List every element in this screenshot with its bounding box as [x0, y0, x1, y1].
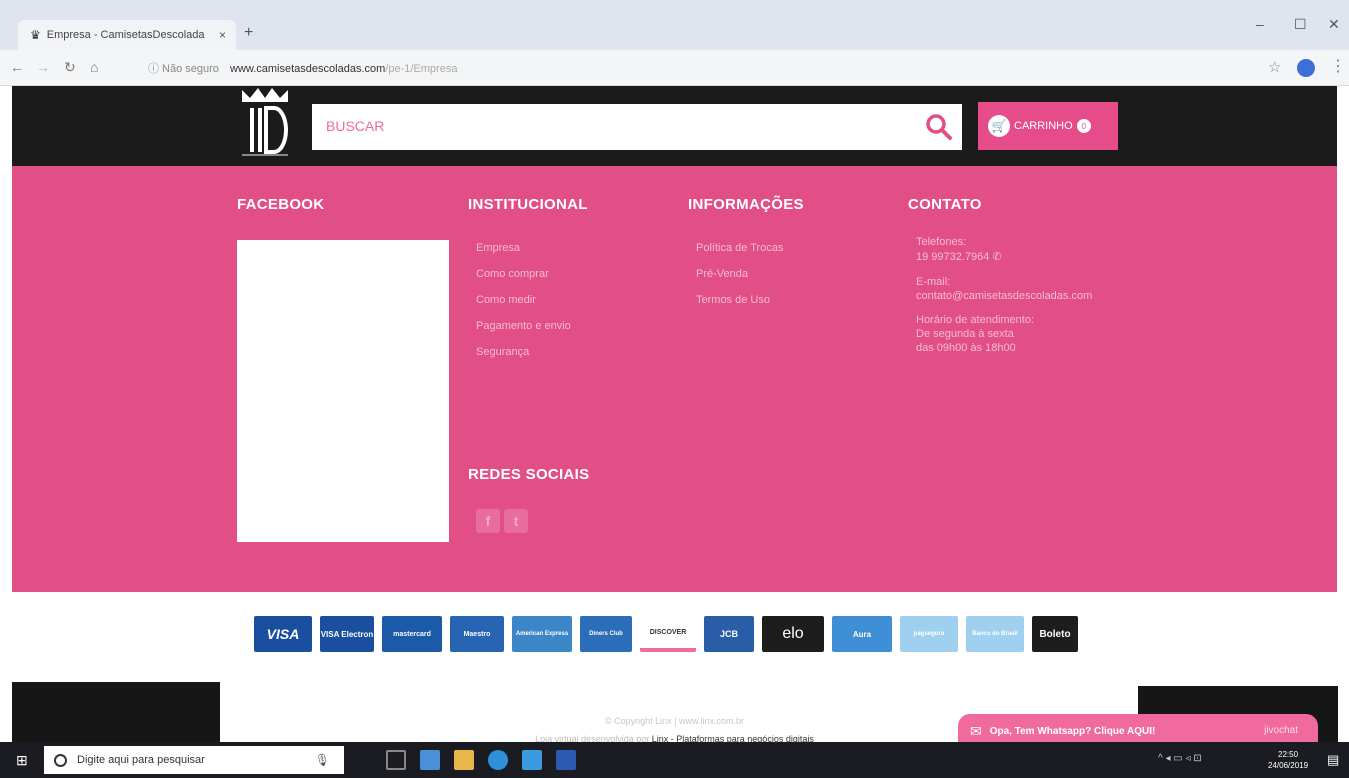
not-secure-label[interactable]: ⓘ Não seguro — [148, 63, 219, 75]
taskbar-clock[interactable]: 22:50 24/06/2019 — [1268, 749, 1308, 771]
facebook-heading: FACEBOOK — [237, 196, 325, 213]
new-tab-button[interactable]: + — [244, 24, 253, 42]
taskbar-search-placeholder: Digite aqui para pesquisar — [77, 754, 205, 766]
footer-link-empresa[interactable]: Empresa — [476, 242, 520, 254]
email-link[interactable]: contato@camisetasdescoladas.com — [916, 290, 1092, 302]
discover-logo: DISCOVER — [640, 616, 696, 652]
profile-avatar[interactable] — [1297, 59, 1315, 77]
maestro-logo: Maestro — [450, 616, 504, 652]
footer-link-como-comprar[interactable]: Como comprar — [476, 268, 549, 280]
address-bar: ← → ↻ ⌂ ⓘ Não seguro www.camisetasdescol… — [0, 50, 1349, 86]
url-path: /pe-1/Empresa — [385, 63, 458, 75]
whatsapp-icon: ✆ — [992, 251, 1002, 263]
twitter-icon[interactable]: t — [504, 509, 528, 533]
facebook-icon[interactable]: f — [476, 509, 500, 533]
forward-icon[interactable]: → — [36, 59, 50, 75]
cart-icon: 🛒 — [988, 115, 1010, 137]
clock-time: 22:50 — [1278, 750, 1299, 759]
taskbar-search[interactable]: Digite aqui para pesquisar 🎙 — [44, 746, 344, 774]
browser-tab[interactable]: ♛ Empresa - CamisetasDescolada × — [18, 20, 236, 50]
microphone-icon[interactable]: 🎙 — [315, 753, 330, 767]
institucional-heading: INSTITUCIONAL — [468, 196, 588, 213]
search-input[interactable] — [326, 118, 886, 134]
cart-label: CARRINHO — [1014, 120, 1073, 132]
pagseguro-logo: pagseguro — [900, 616, 958, 652]
store-logo[interactable] — [238, 86, 292, 158]
redes-sociais-heading: REDES SOCIAIS — [468, 466, 590, 483]
footer-link-como-medir[interactable]: Como medir — [476, 294, 536, 306]
photos-icon[interactable] — [420, 750, 440, 770]
reload-icon[interactable]: ↻ — [64, 59, 76, 76]
search-icon[interactable] — [924, 112, 954, 142]
minimize-button[interactable]: – — [1256, 16, 1264, 32]
elo-logo: elo — [762, 616, 824, 652]
close-window-button[interactable]: ✕ — [1328, 16, 1340, 33]
url-field[interactable]: ⓘ Não seguro www.camisetasdescoladas.com… — [148, 60, 457, 76]
maximize-button[interactable]: ☐ — [1294, 16, 1307, 33]
footer-link-termos[interactable]: Termos de Uso — [696, 294, 770, 306]
search-box — [312, 104, 962, 150]
word-icon[interactable] — [556, 750, 576, 770]
phone-number: 19 99732.7964 — [916, 251, 990, 263]
email-label: E-mail: — [916, 276, 951, 288]
clock-date: 24/06/2019 — [1268, 761, 1309, 770]
footer-section: FACEBOOK INSTITUCIONAL INFORMAÇÕES CONTA… — [12, 166, 1337, 592]
hours-time: das 09h00 às 18h00 — [916, 342, 1016, 354]
informacoes-heading: INFORMAÇÕES — [688, 196, 804, 213]
footer-link-seguranca[interactable]: Segurança — [476, 346, 529, 358]
phone-label: Telefones: — [916, 236, 967, 248]
facebook-widget[interactable] — [237, 240, 449, 542]
phone-value: 19 99732.7964 ✆ — [916, 250, 1002, 263]
cortana-icon — [54, 753, 67, 767]
envelope-icon: ✉ — [970, 722, 982, 739]
tab-close-icon[interactable]: × — [219, 28, 226, 42]
site-header: 🛒 CARRINHO 0 — [12, 86, 1337, 166]
hours-label: Horário de atendimento: — [916, 314, 1035, 326]
whatsapp-label: Opa, Tem Whatsapp? Clique AQUI! — [989, 725, 1156, 737]
visa-logo: VISA — [254, 616, 312, 652]
visa-electron-logo: VISA Electron — [320, 616, 374, 652]
mastercard-logo: mastercard — [382, 616, 442, 652]
chat-brand: jivochat — [1264, 725, 1298, 736]
footer-link-trocas[interactable]: Política de Trocas — [696, 242, 783, 254]
footer-link-pagamento[interactable]: Pagamento e envio — [476, 320, 571, 332]
task-view-icon[interactable] — [386, 750, 406, 770]
amex-logo: American Express — [512, 616, 572, 652]
boleto-logo: Boleto — [1032, 616, 1078, 652]
cart-count-badge: 0 — [1076, 119, 1091, 133]
payment-methods: VISA VISA Electron mastercard Maestro Am… — [254, 616, 1078, 652]
browser-tab-bar: ♛ Empresa - CamisetasDescolada × + – ☐ ✕ — [0, 0, 1349, 50]
footer-link-pre-venda[interactable]: Pré-Venda — [696, 268, 748, 280]
home-icon[interactable]: ⌂ — [90, 59, 98, 75]
url-host: www.camisetasdescoladas.com — [230, 63, 386, 75]
system-tray-icons[interactable]: ^ ◂ ▭ ◃ ⊡ — [1158, 753, 1202, 764]
aura-logo: Aura — [832, 616, 892, 652]
hours-days: De segunda à sexta — [916, 328, 1014, 340]
notification-center-icon[interactable]: ▤ — [1327, 752, 1339, 768]
bookmark-star-icon[interactable]: ☆ — [1268, 58, 1281, 76]
back-icon[interactable]: ← — [10, 59, 24, 75]
jcb-logo: JCB — [704, 616, 754, 652]
decorative-image-left — [12, 682, 220, 742]
site-favicon-icon: ♛ — [30, 28, 41, 42]
chrome-icon[interactable] — [488, 750, 508, 770]
browser-menu-icon[interactable]: ⋮ — [1330, 56, 1346, 76]
diners-logo: Diners Club — [580, 616, 632, 652]
file-explorer-icon[interactable] — [454, 750, 474, 770]
cart-button[interactable]: 🛒 CARRINHO 0 — [978, 102, 1118, 150]
tab-title: Empresa - CamisetasDescolada — [46, 29, 205, 41]
windows-start-icon[interactable]: ⊞ — [16, 752, 28, 769]
banco-brasil-logo: Banco do Brasil — [966, 616, 1024, 652]
taskbar: ⊞ Digite aqui para pesquisar 🎙 ^ ◂ ▭ ◃ ⊡… — [0, 742, 1349, 778]
app-icon[interactable] — [522, 750, 542, 770]
contato-heading: CONTATO — [908, 196, 982, 213]
